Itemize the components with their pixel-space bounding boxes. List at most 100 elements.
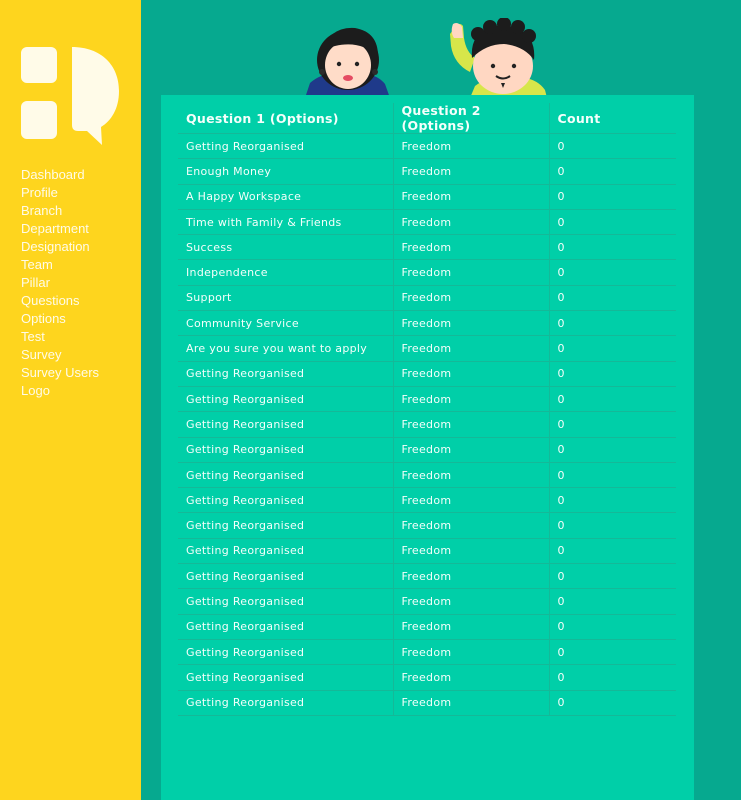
sidebar-item-department[interactable]: Department (21, 220, 99, 238)
cell-question-1: A Happy Workspace (178, 184, 393, 210)
cell-count: 0 (548, 462, 676, 489)
cell-question-2: Freedom (392, 285, 549, 312)
table-row: Community Service Freedom 0 (178, 310, 676, 337)
cell-question-2: Freedom (392, 361, 549, 387)
cell-count: 0 (548, 209, 676, 236)
column-header-question-1: Question 1 (Options) (178, 103, 393, 134)
table-row: Getting Reorganised Freedom 0 (178, 411, 676, 438)
cell-question-2: Freedom (392, 563, 549, 590)
cell-question-2: Freedom (392, 437, 549, 463)
cell-question-1: Enough Money (178, 158, 393, 185)
table-row: Are you sure you want to apply Freedom 0 (178, 335, 676, 362)
sidebar-item-branch[interactable]: Branch (21, 202, 99, 220)
cell-count: 0 (548, 588, 676, 615)
table-row: Getting Reorganised Freedom 0 (178, 487, 676, 514)
cell-question-1: Getting Reorganised (178, 361, 393, 387)
cell-count: 0 (548, 184, 676, 210)
cell-question-2: Freedom (392, 310, 549, 337)
cell-question-2: Freedom (392, 133, 549, 160)
table-row: Getting Reorganised Freedom 0 (178, 538, 676, 565)
cell-count: 0 (548, 361, 676, 387)
sidebar-item-profile[interactable]: Profile (21, 184, 99, 202)
table-row: Success Freedom 0 (178, 234, 676, 261)
cell-count: 0 (548, 664, 676, 691)
cell-count: 0 (548, 538, 676, 565)
table-row: Getting Reorganised Freedom 0 (178, 588, 676, 615)
cell-question-2: Freedom (392, 386, 549, 413)
survey-results-card: Question 1 (Options) Question 2 (Options… (161, 95, 694, 800)
cell-question-2: Freedom (392, 158, 549, 185)
cell-question-2: Freedom (392, 259, 549, 286)
sidebar-item-survey[interactable]: Survey (21, 346, 99, 364)
cell-count: 0 (548, 563, 676, 590)
cell-question-2: Freedom (392, 538, 549, 565)
sidebar-nav: Dashboard Profile Branch Department Designat… (21, 166, 99, 400)
sidebar-item-survey-users[interactable]: Survey Users (21, 364, 99, 382)
table-row: Getting Reorganised Freedom 0 (178, 690, 676, 716)
table-row: Support Freedom 0 (178, 285, 676, 312)
column-header-count: Count (548, 103, 676, 134)
cell-count: 0 (548, 158, 676, 185)
column-header-question-2: Question 2 (Options) (392, 103, 549, 134)
cell-count: 0 (548, 285, 676, 312)
two-people-illustration (305, 18, 547, 98)
sidebar-item-team[interactable]: Team (21, 256, 99, 274)
table-row: Enough Money Freedom 0 (178, 158, 676, 185)
cell-count: 0 (548, 310, 676, 337)
table-row: Getting Reorganised Freedom 0 (178, 361, 676, 387)
cell-question-2: Freedom (392, 234, 549, 261)
sidebar-item-designation[interactable]: Designation (21, 238, 99, 256)
cell-question-2: Freedom (392, 690, 549, 716)
cell-question-1: Time with Family & Friends (178, 209, 393, 236)
cell-question-2: Freedom (392, 639, 549, 666)
cell-count: 0 (548, 386, 676, 413)
sidebar-item-questions[interactable]: Questions (21, 292, 99, 310)
table-header-row: Question 1 (Options) Question 2 (Options… (178, 103, 676, 134)
cell-question-1: Getting Reorganised (178, 664, 393, 691)
cell-question-1: Getting Reorganised (178, 386, 393, 413)
cell-question-1: Are you sure you want to apply (178, 335, 393, 362)
cell-question-1: Getting Reorganised (178, 538, 393, 565)
cell-count: 0 (548, 133, 676, 160)
cell-count: 0 (548, 437, 676, 463)
table-row: Time with Family & Friends Freedom 0 (178, 209, 676, 236)
cell-count: 0 (548, 512, 676, 539)
cell-count: 0 (548, 259, 676, 286)
cell-question-1: Getting Reorganised (178, 563, 393, 590)
cell-question-1: Getting Reorganised (178, 133, 393, 160)
sidebar-item-logo[interactable]: Logo (21, 382, 99, 400)
cell-question-2: Freedom (392, 614, 549, 640)
cell-question-2: Freedom (392, 184, 549, 210)
cell-count: 0 (548, 234, 676, 261)
table-row: Getting Reorganised Freedom 0 (178, 386, 676, 413)
cell-question-1: Getting Reorganised (178, 462, 393, 489)
cell-question-2: Freedom (392, 209, 549, 236)
cell-count: 0 (548, 639, 676, 666)
table-row: Getting Reorganised Freedom 0 (178, 437, 676, 463)
cell-question-1: Independence (178, 259, 393, 286)
survey-results-table: Question 1 (Options) Question 2 (Options… (178, 103, 676, 716)
sidebar-item-pillar[interactable]: Pillar (21, 274, 99, 292)
table-row: Getting Reorganised Freedom 0 (178, 133, 676, 160)
cell-question-1: Community Service (178, 310, 393, 337)
cell-question-1: Getting Reorganised (178, 512, 393, 539)
table-row: Getting Reorganised Freedom 0 (178, 462, 676, 489)
cell-question-1: Getting Reorganised (178, 487, 393, 514)
table-row: Getting Reorganised Freedom 0 (178, 512, 676, 539)
sidebar-item-dashboard[interactable]: Dashboard (21, 166, 99, 184)
cell-question-1: Getting Reorganised (178, 411, 393, 438)
cell-question-1: Getting Reorganised (178, 437, 393, 463)
cell-count: 0 (548, 411, 676, 438)
sidebar-item-options[interactable]: Options (21, 310, 99, 328)
table-row: Getting Reorganised Freedom 0 (178, 614, 676, 640)
cell-question-2: Freedom (392, 588, 549, 615)
cell-question-1: Getting Reorganised (178, 614, 393, 640)
app-logo-icon[interactable] (21, 47, 119, 145)
table-row: Getting Reorganised Freedom 0 (178, 563, 676, 590)
table-row: A Happy Workspace Freedom 0 (178, 184, 676, 210)
cell-count: 0 (548, 487, 676, 514)
cell-question-1: Getting Reorganised (178, 690, 393, 716)
sidebar: Dashboard Profile Branch Department Designat… (0, 0, 141, 800)
cell-question-2: Freedom (392, 462, 549, 489)
sidebar-item-test[interactable]: Test (21, 328, 99, 346)
